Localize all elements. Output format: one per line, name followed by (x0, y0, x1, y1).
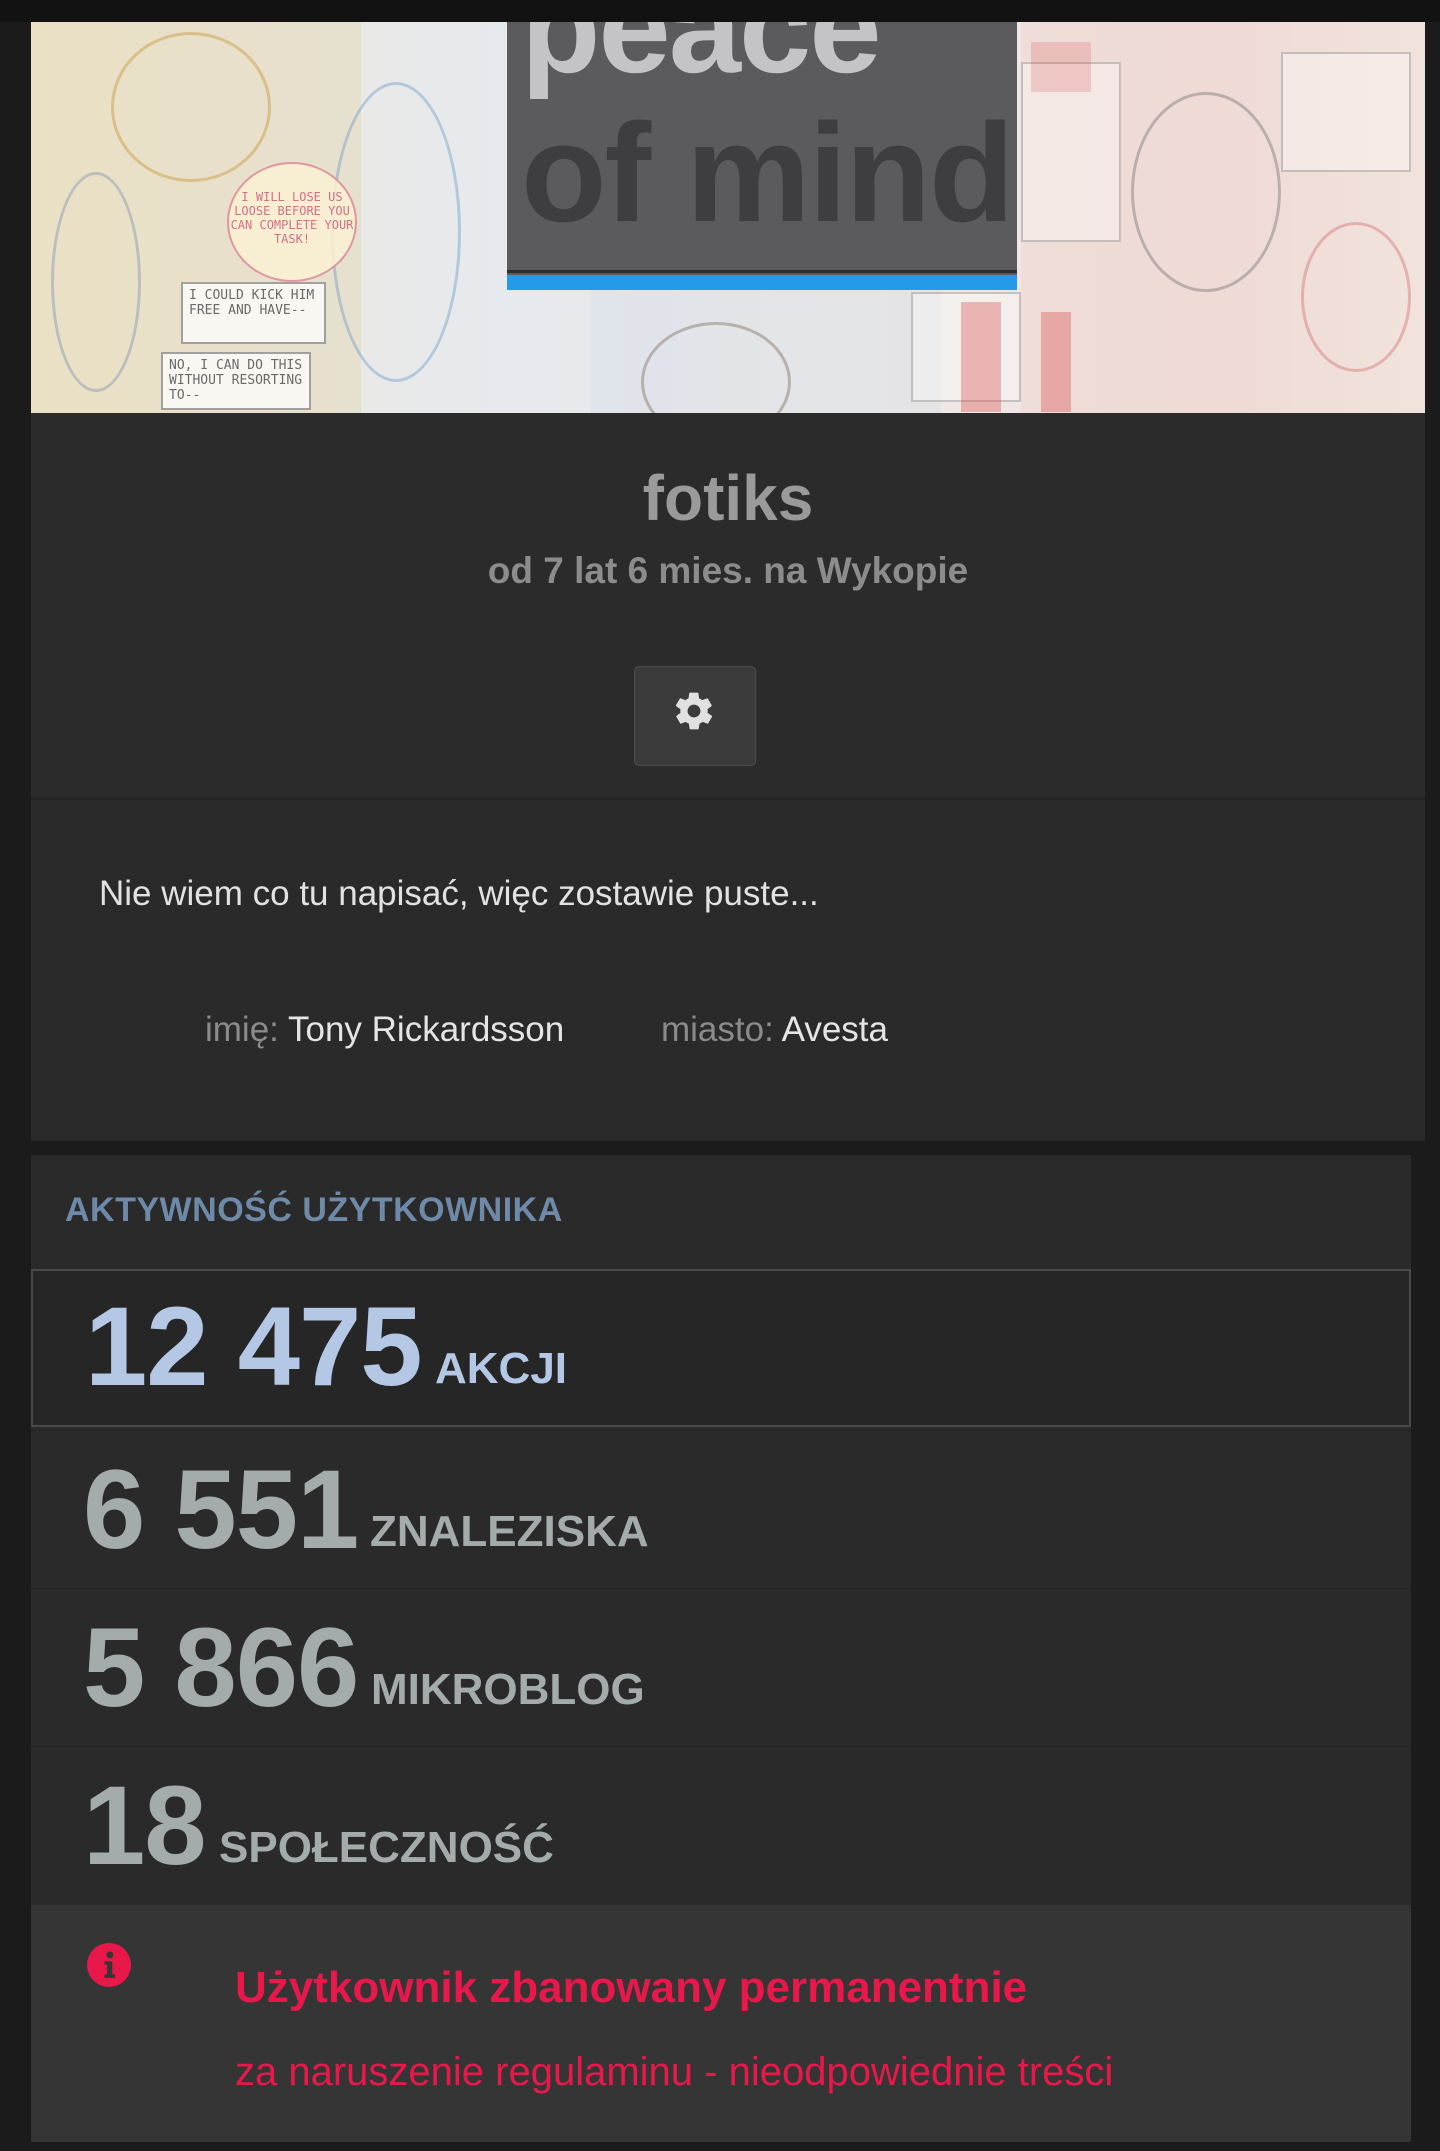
banner-comic-bubble: I WILL LOSE US LOOSE BEFORE YOU CAN COMP… (227, 162, 357, 282)
stat-row-actions[interactable]: 12 475 AKCJI (31, 1269, 1411, 1427)
peace-of-mind-card: peace of mind (507, 22, 1017, 290)
profile-page: I WILL LOSE US LOOSE BEFORE YOU CAN COMP… (0, 0, 1440, 2151)
city-info: miasto: Avesta (661, 1010, 888, 1050)
about-description: Nie wiem co tu napisać, więc zostawie pu… (99, 874, 819, 913)
banner-comic-box: I COULD KICK HIM FREE AND HAVE-- (181, 282, 326, 344)
banner-red-mark (961, 302, 1001, 412)
member-since: od 7 lat 6 mies. na Wykopie (487, 550, 969, 591)
banner-doodle (51, 172, 141, 392)
ban-notice: Użytkownik zbanowany permanentnie za nar… (31, 1905, 1411, 2142)
name-value: Tony Rickardsson (288, 1010, 565, 1049)
city-label: miasto: (661, 1010, 774, 1049)
top-strip (0, 0, 1440, 22)
stat-label: SPOŁECZNOŚĆ (219, 1823, 554, 1872)
profile-header-card: fotiks od 7 lat 6 mies. na Wykopie (31, 413, 1425, 798)
banner-red-mark (1031, 42, 1091, 92)
gear-icon (675, 692, 713, 730)
activity-card: AKTYWNOŚĆ UŻYTKOWNIKA 12 475 AKCJI 6 551… (31, 1155, 1411, 2142)
stat-row-links[interactable]: 6 551 ZNALEZISKA (31, 1430, 1411, 1588)
ban-reason: za naruszenie regulaminu - nieodpowiedni… (235, 2050, 1114, 2094)
banner-red-mark (1041, 312, 1071, 412)
city-value: Avesta (781, 1010, 888, 1049)
stat-value: 6 551 (83, 1447, 359, 1572)
settings-button[interactable] (634, 666, 756, 766)
name-label: imię: (205, 1010, 279, 1049)
banner-doodle (111, 32, 271, 182)
stat-label: MIKROBLOG (371, 1665, 645, 1714)
name-info: imię: Tony Rickardsson (205, 1010, 564, 1050)
stat-row-community[interactable]: 18 SPOŁECZNOŚĆ (31, 1746, 1411, 1904)
stat-value: 18 (83, 1763, 207, 1888)
profile-banner: I WILL LOSE US LOOSE BEFORE YOU CAN COMP… (31, 22, 1425, 413)
banner-line-1: peace (521, 22, 882, 100)
banner-divider (507, 270, 1017, 273)
stat-label: ZNALEZISKA (370, 1507, 649, 1556)
banner-comic-box: NO, I CAN DO THIS WITHOUT RESORTING TO-- (161, 352, 311, 410)
banner-line-2: of mind (521, 94, 1014, 251)
banner-accent-bar (507, 275, 1017, 290)
banner-doodle (1301, 222, 1411, 372)
activity-title: AKTYWNOŚĆ UŻYTKOWNIKA (65, 1191, 563, 1229)
ban-title: Użytkownik zbanowany permanentnie (235, 1963, 1028, 2012)
stat-value: 5 866 (83, 1605, 359, 1730)
banner-tile (1281, 52, 1411, 172)
stat-value: 12 475 (85, 1284, 423, 1409)
info-icon (87, 1943, 131, 1987)
about-card: Nie wiem co tu napisać, więc zostawie pu… (31, 798, 1425, 1141)
stat-row-microblog[interactable]: 5 866 MIKROBLOG (31, 1588, 1411, 1746)
banner-doodle (1131, 92, 1281, 292)
username: fotiks (642, 462, 814, 534)
stat-label: AKCJI (435, 1344, 568, 1393)
